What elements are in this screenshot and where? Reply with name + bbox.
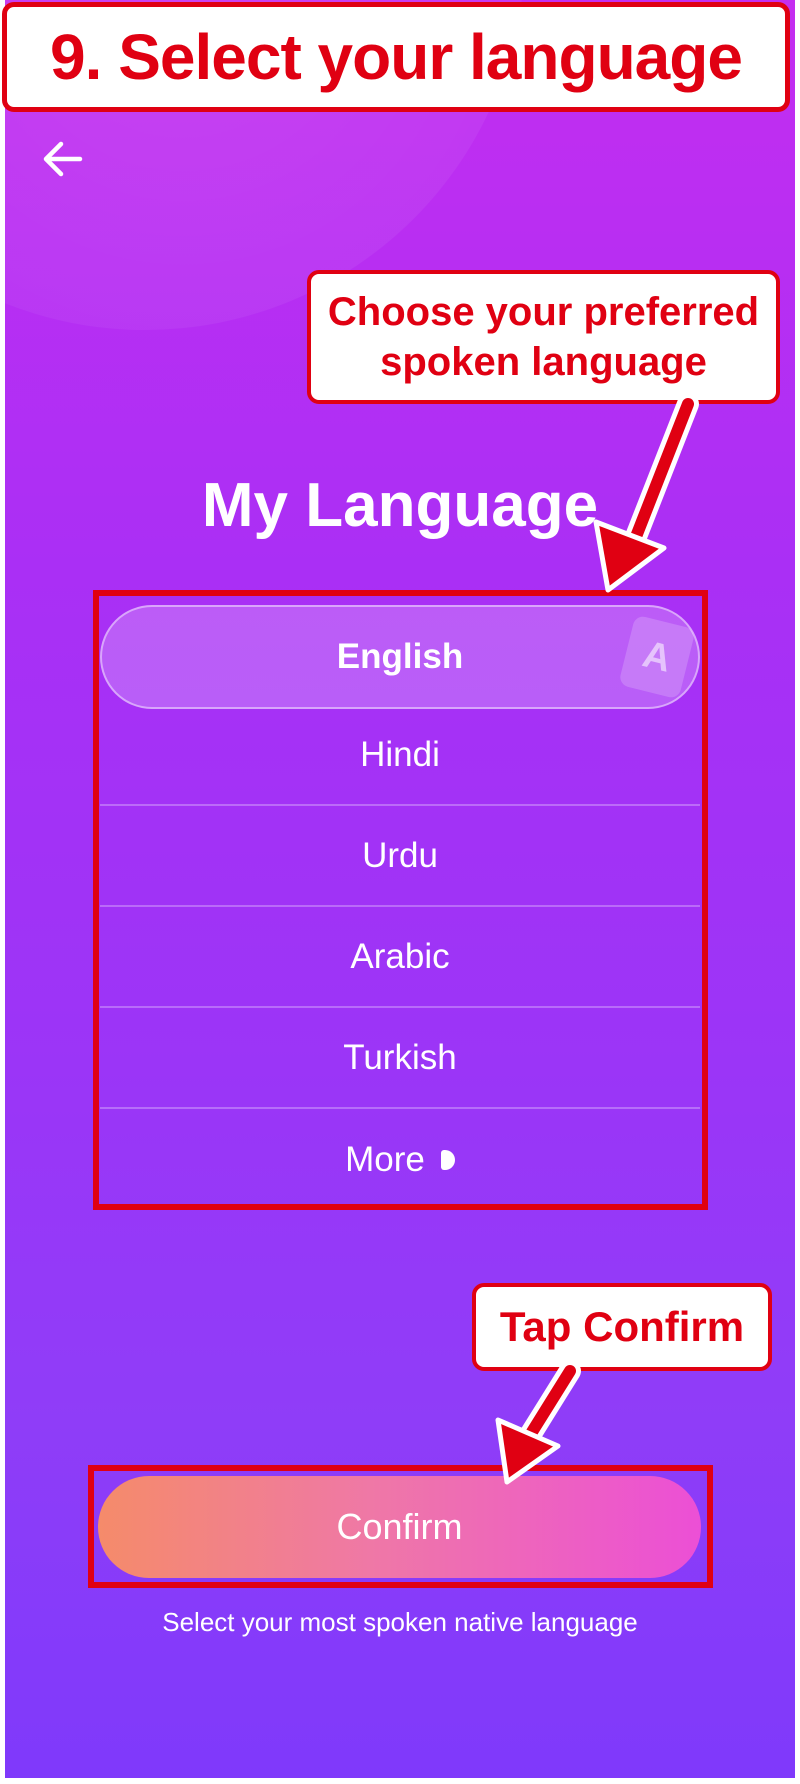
confirm-highlight-box [88, 1465, 713, 1588]
callout-tap-confirm: Tap Confirm [472, 1283, 772, 1371]
page-title: My Language [201, 471, 599, 540]
arrow-left-icon[interactable] [40, 136, 86, 182]
tutorial-screenshot: 9. Select your language Choose your pref… [0, 0, 800, 1784]
callout-choose-language: Choose your preferred spoken language [307, 270, 780, 404]
step-banner-text: 9. Select your language [50, 21, 743, 93]
language-list-highlight-box [93, 590, 708, 1210]
hint-text: Select your most spoken native language [162, 1607, 638, 1637]
callout-choose-language-line1: Choose your preferred [327, 290, 760, 334]
step-banner: 9. Select your language [2, 2, 790, 112]
callout-tap-confirm-text: Tap Confirm [499, 1303, 745, 1350]
callout-choose-language-line2: spoken language [380, 340, 707, 384]
